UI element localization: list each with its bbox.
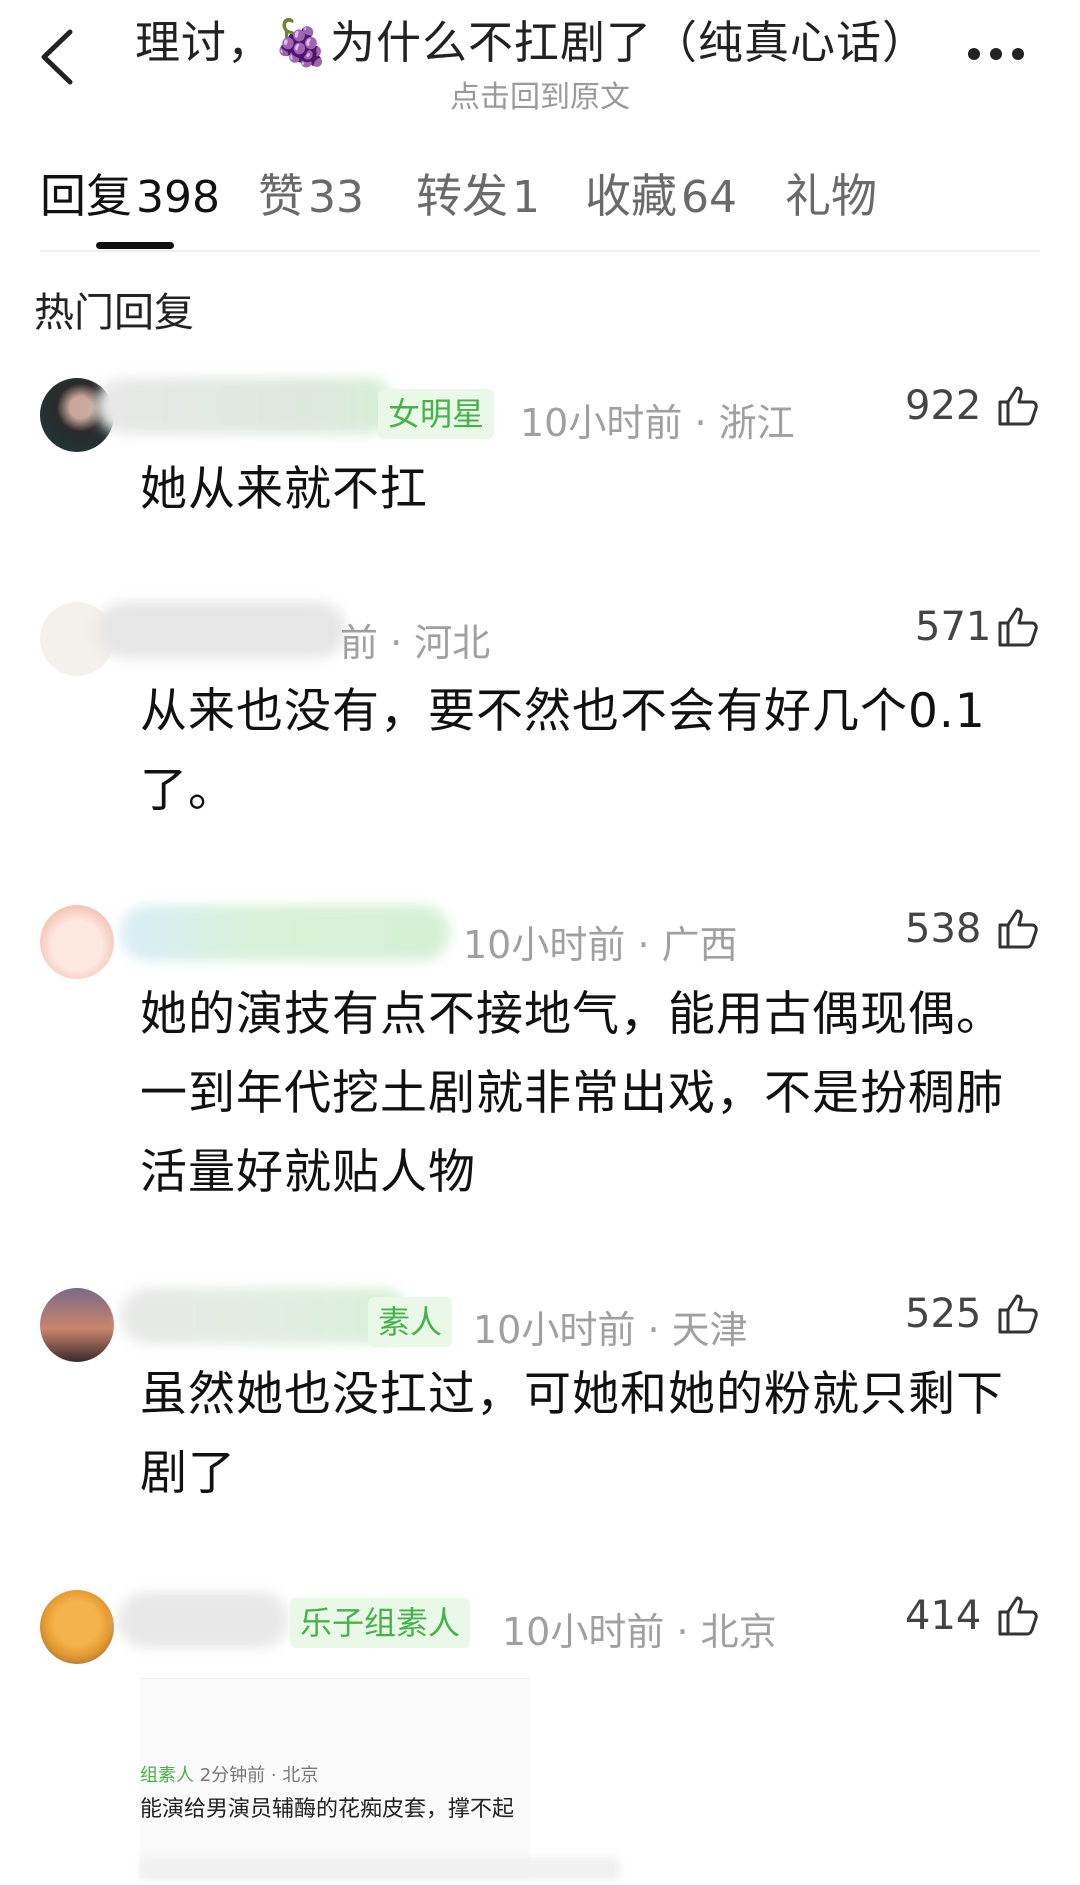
quoted-image-shadow xyxy=(140,1858,620,1880)
quoted-image[interactable]: 组素人 2分钟前 · 北京 能演给男演员辅酶的花痴皮套，撑不起 xyxy=(140,1678,530,1879)
avatar[interactable] xyxy=(40,1590,114,1664)
post-title[interactable]: 理讨，🍇为什么不扛剧了（纯真心话） xyxy=(135,6,945,71)
username-blurred[interactable] xyxy=(96,602,346,658)
comment-text: 虽然她也没扛过，可她和她的粉就只剩下剧了 xyxy=(140,1367,1004,1501)
user-badge: 乐子组素人 xyxy=(290,1598,471,1648)
tab-likes[interactable]: 赞33 xyxy=(258,160,364,226)
comment-meta: 10小时前 · 浙江 xyxy=(520,401,795,445)
quoted-meta: 组素人 2分钟前 · 北京 xyxy=(140,1765,319,1786)
thumbs-up-icon[interactable] xyxy=(994,1290,1040,1336)
username-blurred[interactable] xyxy=(120,1288,410,1344)
like-count: 525 xyxy=(905,1291,982,1337)
username-blurred[interactable] xyxy=(96,378,396,434)
thumbs-up-icon[interactable] xyxy=(994,603,1040,649)
avatar[interactable] xyxy=(40,1288,114,1362)
quoted-text: 能演给男演员辅酶的花痴皮套，撑不起 xyxy=(140,1797,515,1822)
like-count: 922 xyxy=(905,383,982,429)
comment-text: 从来也没有，要不然也不会有好几个0.1了。 xyxy=(140,684,986,818)
active-tab-indicator xyxy=(96,242,174,249)
hot-replies-heading: 热门回复 xyxy=(34,290,194,336)
tab-replies[interactable]: 回复398 xyxy=(40,160,220,226)
tab-gifts[interactable]: 礼物 xyxy=(785,160,877,226)
thumbs-up-icon[interactable] xyxy=(994,382,1040,428)
comment-meta: 前 · 河北 xyxy=(340,621,491,665)
more-options-icon[interactable] xyxy=(968,48,1028,64)
avatar[interactable] xyxy=(40,905,114,979)
tab-favorites[interactable]: 收藏64 xyxy=(585,160,737,226)
reply-tabs: 回复398 赞33 转发1 收藏64 礼物 xyxy=(40,160,1040,230)
thumbs-up-icon[interactable] xyxy=(994,905,1040,951)
like-count: 538 xyxy=(905,906,982,952)
comment-meta: 10小时前 · 天津 xyxy=(473,1308,748,1352)
comment-meta: 10小时前 · 广西 xyxy=(463,923,738,967)
user-badge: 素人 xyxy=(368,1297,453,1347)
comment-text: 她的演技有点不接地气，能用古偶现偶。一到年代挖土剧就非常出戏，不是扮稠肺活量好就… xyxy=(140,987,1004,1200)
user-badge: 女明星 xyxy=(378,389,495,439)
thumbs-up-icon[interactable] xyxy=(994,1592,1040,1638)
username-blurred[interactable] xyxy=(120,905,450,961)
comment-meta: 10小时前 · 北京 xyxy=(502,1610,777,1654)
like-count: 571 xyxy=(915,604,992,650)
tabs-divider xyxy=(40,250,1040,252)
tab-reposts[interactable]: 转发1 xyxy=(416,160,540,226)
comment-text: 她从来就不扛 xyxy=(140,462,428,517)
back-to-original-link[interactable]: 点击回到原文 xyxy=(0,72,1080,116)
username-blurred[interactable] xyxy=(118,1592,288,1648)
like-count: 414 xyxy=(905,1593,982,1639)
